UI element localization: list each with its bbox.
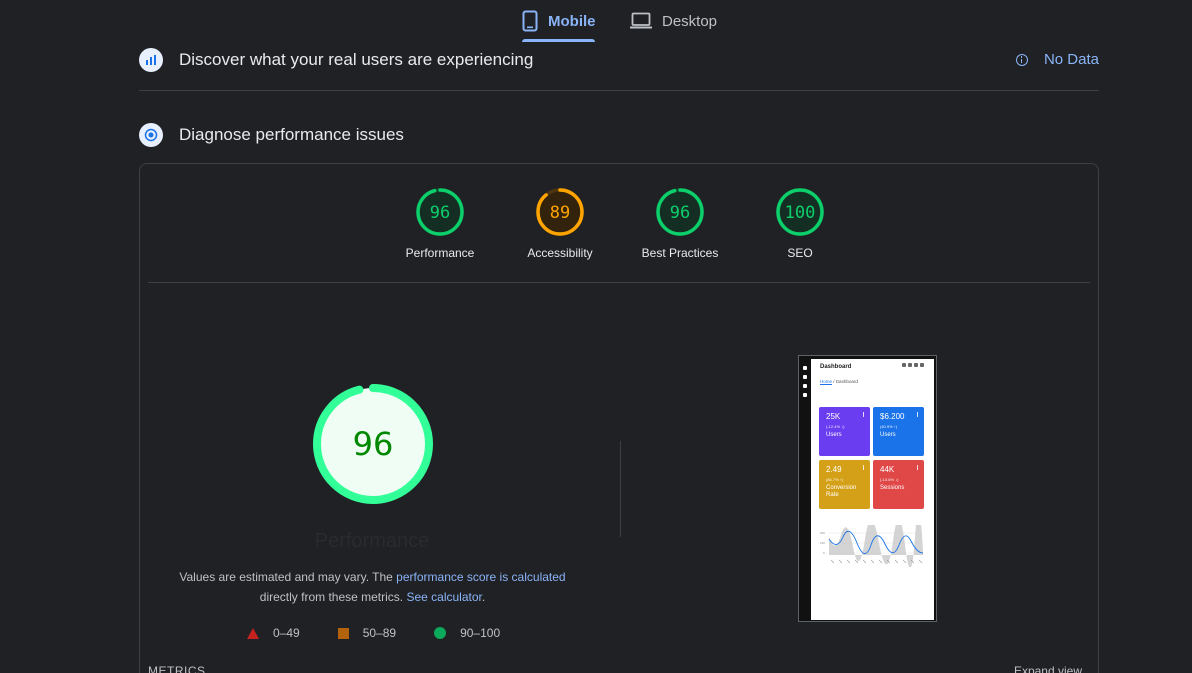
users-icon [803,393,807,397]
no-data-link[interactable]: No Data [1015,51,1099,68]
more-icon [917,465,918,470]
gauge-performance[interactable]: 96 Performance [380,186,500,260]
active-tab-indicator [522,39,595,42]
legend-fail-range: 0–49 [273,626,300,640]
gauge-accessibility-label: Accessibility [527,246,593,260]
tab-mobile[interactable]: Mobile [522,0,596,42]
chat-icon [803,375,807,379]
gauge-performance-label: Performance [405,246,475,260]
more-icon [863,465,864,470]
legend-fail: 0–49 [247,626,300,640]
lab-data-title: Diagnose performance issues [179,125,404,144]
estimate-note: Values are estimated and may vary. The p… [170,567,575,607]
vertical-separator [620,441,621,537]
thumb-header-icons [902,363,924,367]
gauge-seo-ring: 100 [776,188,824,236]
users-chart-icon [139,48,163,72]
note-suffix: . [481,590,486,604]
gauge-accessibility[interactable]: 89 Accessibility [500,186,620,260]
svg-text:0: 0 [823,551,825,555]
gauge-best-practices[interactable]: 96 Best Practices [620,186,740,260]
thumb-crumb-sep: / [833,379,835,384]
gauge-best-practices-label: Best Practices [641,246,719,260]
gauge-score-seo: 100 [785,203,816,223]
thumb-tile-conversion: 2.49 (84.7% ↑) Conversion Rate [819,460,870,509]
tab-desktop[interactable]: Desktop [630,0,717,42]
thumb-sidebar [801,366,809,397]
tile-name: Users [826,432,842,438]
tile-change: (-12.4% ↓) [826,424,845,429]
performance-score-label: Performance [314,530,430,552]
note-prefix: Values are estimated and may vary. The [179,570,397,584]
field-data-header: Discover what your real users are experi… [139,47,1099,73]
gauge-score-best-practices: 96 [670,203,690,223]
gauge-score-performance: 96 [430,203,450,223]
lab-data-header: Diagnose performance issues [139,122,1099,148]
gauge-seo-label: SEO [787,246,813,260]
laptop-icon [630,12,652,29]
section-divider [139,90,1099,91]
lab-target-icon [139,123,163,147]
thumb-tile-sessions: 44K (-13.6% ↓) Sessions [873,460,924,509]
no-data-label: No Data [1043,51,1099,68]
legend-average-range: 50–89 [362,626,397,640]
gauge-seo[interactable]: 100 SEO [740,186,860,260]
tile-change: (84.7% ↑) [826,477,844,482]
score-calculated-link[interactable]: performance score is calculated [396,570,565,584]
tab-mobile-label: Mobile [548,12,596,30]
pass-circle-icon [434,627,447,639]
metrics-heading: METRICS [148,664,206,673]
gauge-best-practices-ring: 96 [656,188,704,236]
list-icon [803,384,807,388]
score-legend: 0–49 50–89 90–100 [247,626,538,640]
see-calculator-link[interactable]: See calculator [406,590,481,604]
performance-score-gauge: 96 [313,384,433,504]
device-tabs: Mobile Desktop [0,0,1192,44]
thumb-traffic-chart: 200 100 0 [820,525,924,567]
svg-text:100: 100 [820,541,825,545]
final-screenshot: Dashboard Home / Dashboard 25K (-12.4% ↓… [798,355,937,622]
thumb-crumb-current: Dashboard [835,379,858,384]
note-middle: directly from these metrics. [259,590,404,604]
performance-score-value: 96 [353,425,394,463]
more-icon [863,412,864,417]
thumb-page: Dashboard Home / Dashboard 25K (-12.4% ↓… [811,359,934,620]
legend-pass: 90–100 [434,626,500,640]
tile-change: (40.9% ↑) [880,424,898,429]
thumb-crumb-home: Home [820,379,833,384]
report-card: 96 Performance 89 Accessibility 96 Best … [139,163,1099,673]
legend-pass-range: 90–100 [460,626,501,640]
tab-desktop-label: Desktop [662,12,718,30]
card-divider [148,282,1090,283]
average-square-icon [337,627,349,639]
gauge-accessibility-ring: 89 [536,188,584,236]
thumb-tile-users: 25K (-12.4% ↓) Users [819,407,870,456]
tile-name: Sessions [880,485,905,491]
gauge-performance-ring: 96 [416,188,464,236]
thumb-tile-revenue: $6.200 (40.9% ↑) Users [873,407,924,456]
tile-name: Conversion Rate [826,485,857,498]
tile-name: Users [880,432,896,438]
tile-change: (-13.6% ↓) [880,477,899,482]
info-icon [1015,53,1028,66]
legend-average: 50–89 [337,626,397,640]
gauge-score-accessibility: 89 [550,203,570,223]
phone-icon [522,10,538,32]
category-gauges: 96 Performance 89 Accessibility 96 Best … [140,164,1098,282]
svg-text:200: 200 [820,531,825,535]
thumb-title: Dashboard [820,364,852,370]
more-icon [917,412,918,417]
home-icon [803,366,807,370]
field-data-title: Discover what your real users are experi… [179,50,534,69]
expand-view-toggle[interactable]: Expand view [1014,664,1082,673]
thumb-breadcrumb: Home / Dashboard [820,379,858,384]
fail-triangle-icon [247,627,259,639]
